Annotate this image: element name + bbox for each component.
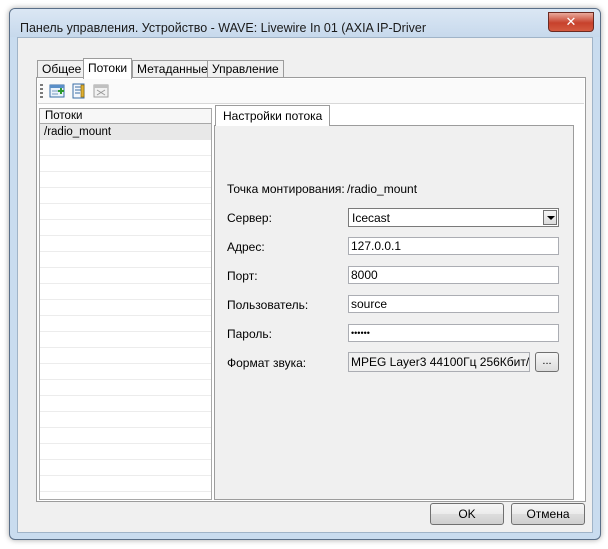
user-input[interactable] xyxy=(348,295,559,313)
tab-metadata[interactable]: Метаданные xyxy=(132,60,213,78)
mount-point-value: /radio_mount xyxy=(347,182,418,196)
dialog-client-area: Общее Потоки Метаданные Управление Поток… xyxy=(17,37,593,533)
streams-list[interactable]: Потоки /radio_mount xyxy=(39,108,212,500)
streams-tab-panel: Потоки /radio_mount Настройки потока Точ… xyxy=(36,77,586,502)
mount-point-label: Точка монтирования: xyxy=(227,182,345,196)
tab-stream-settings[interactable]: Настройки потока xyxy=(215,105,331,126)
port-label: Порт: xyxy=(227,269,258,283)
audio-format-field: MPEG Layer3 44100Гц 256Кбит/с st xyxy=(348,352,530,372)
cancel-button[interactable]: Отмена xyxy=(511,503,585,525)
port-input[interactable] xyxy=(348,266,559,284)
server-select-value: Icecast xyxy=(352,211,391,225)
title-bar[interactable]: Панель управления. Устройство - WAVE: Li… xyxy=(10,9,600,37)
add-stream-icon[interactable] xyxy=(49,83,65,99)
tab-control[interactable]: Управление xyxy=(207,60,284,78)
chevron-down-icon[interactable] xyxy=(543,210,557,225)
user-label: Пользователь: xyxy=(227,298,309,312)
window-title: Панель управления. Устройство - WAVE: Li… xyxy=(20,21,426,35)
control-panel-window: Панель управления. Устройство - WAVE: Li… xyxy=(9,8,601,540)
server-select[interactable]: Icecast xyxy=(348,208,559,227)
toolbar-grip[interactable] xyxy=(40,84,43,98)
server-label: Сервер: xyxy=(227,211,272,225)
audio-format-browse-button[interactable]: ... xyxy=(535,352,559,372)
streams-list-header[interactable]: Потоки xyxy=(40,109,211,124)
password-input[interactable] xyxy=(348,324,559,342)
streams-list-body[interactable]: /radio_mount xyxy=(40,124,211,499)
password-label: Пароль: xyxy=(227,327,272,341)
audio-format-label: Формат звука: xyxy=(227,356,307,370)
streams-toolbar xyxy=(38,79,584,104)
close-button[interactable]: ✕ xyxy=(548,12,594,32)
ok-button[interactable]: OK xyxy=(430,503,504,525)
edit-stream-icon[interactable] xyxy=(71,83,87,99)
delete-stream-icon[interactable] xyxy=(93,83,109,99)
stream-settings-panel: Точка монтирования: /radio_mount Сервер:… xyxy=(214,125,574,500)
tab-streams[interactable]: Потоки xyxy=(83,58,133,79)
address-label: Адрес: xyxy=(227,240,265,254)
tab-general[interactable]: Общее xyxy=(37,60,87,78)
address-input[interactable] xyxy=(348,237,559,255)
list-item[interactable]: /radio_mount xyxy=(40,124,211,140)
